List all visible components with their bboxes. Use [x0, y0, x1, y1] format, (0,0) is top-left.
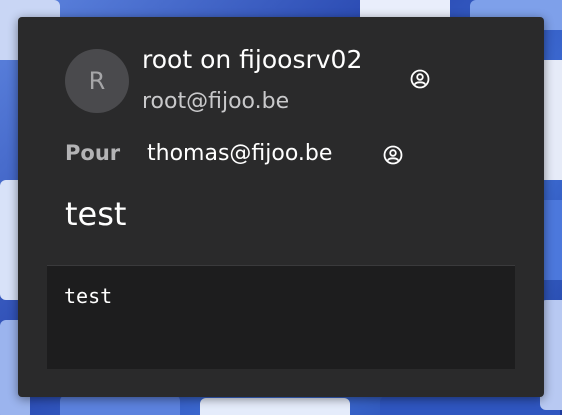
contact-icon[interactable] — [410, 69, 430, 89]
email-preview-popup: R root on fijoosrv02 root@fijoo.be Pour … — [18, 17, 544, 397]
email-subject: test — [65, 195, 127, 233]
sender-email[interactable]: root@fijoo.be — [142, 89, 289, 114]
email-body-text: test — [64, 284, 113, 308]
recipient-address[interactable]: thomas@fijoo.be — [147, 141, 332, 166]
contact-icon[interactable] — [383, 145, 403, 165]
avatar-initial: R — [88, 67, 106, 95]
wallpaper-shape — [60, 395, 180, 415]
email-body[interactable]: test — [47, 265, 515, 369]
sender-name: root on fijoosrv02 — [142, 45, 363, 74]
wallpaper-shape — [200, 398, 350, 415]
to-label: Pour — [65, 141, 121, 165]
avatar[interactable]: R — [65, 49, 129, 113]
wallpaper-shape — [380, 396, 560, 415]
